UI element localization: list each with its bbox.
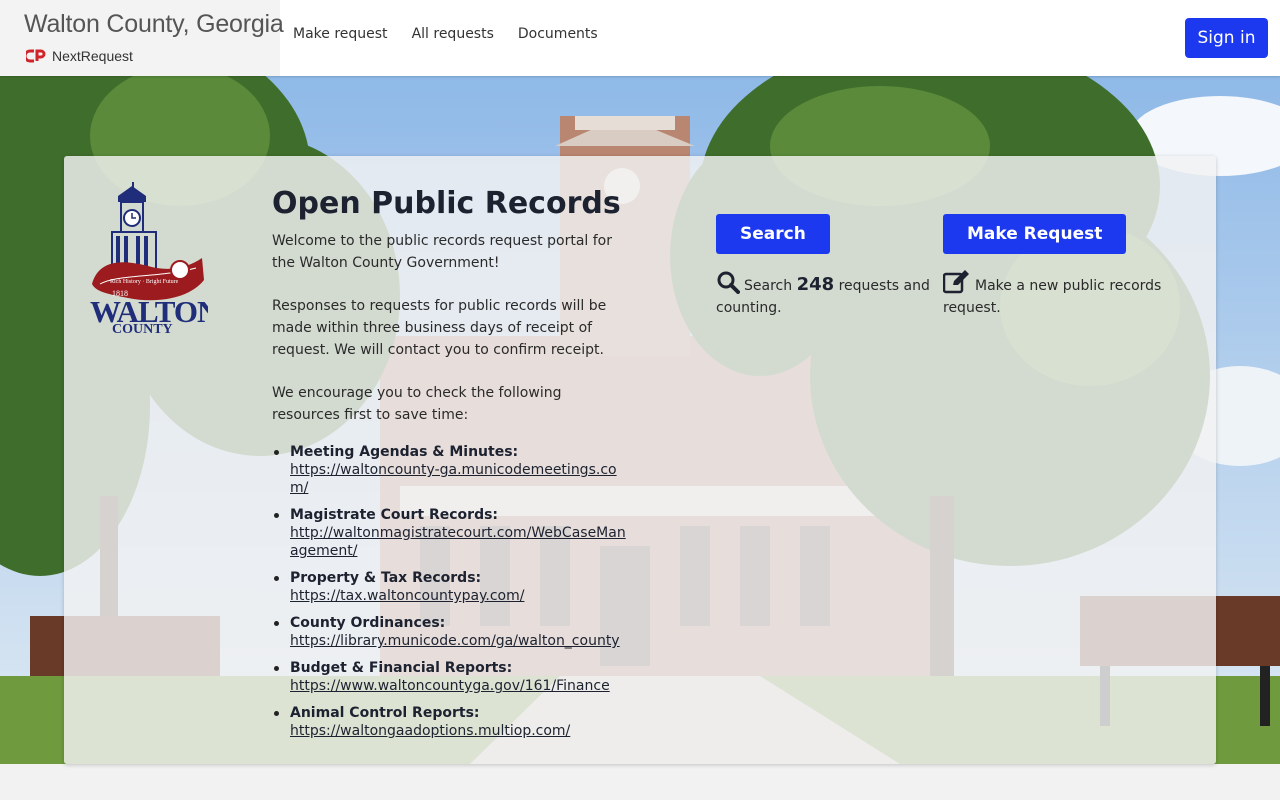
list-item: County Ordinances: https://library.munic… — [272, 614, 632, 650]
page-title: Open Public Records — [272, 186, 621, 221]
nextrequest-logo-icon — [26, 49, 46, 63]
powered-by: NextRequest — [26, 48, 133, 64]
resource-title: Budget & Financial Reports: — [290, 660, 513, 676]
resource-title: Property & Tax Records: — [290, 570, 482, 586]
edit-icon — [942, 270, 969, 294]
intro-paragraph: Responses to requests for public records… — [272, 298, 607, 358]
nav-all-requests[interactable]: All requests — [412, 26, 494, 42]
request-count: 248 — [796, 274, 835, 295]
list-item: Budget & Financial Reports: https://www.… — [272, 659, 632, 695]
site-title[interactable]: Walton County, Georgia — [24, 10, 284, 39]
nav-documents[interactable]: Documents — [518, 26, 598, 42]
top-header: Walton County, Georgia NextRequest Make … — [0, 0, 1280, 76]
nav-make-request[interactable]: Make request — [293, 26, 388, 42]
resource-link[interactable]: https://waltongaadoptions.multiop.com/ — [290, 722, 632, 740]
resource-list: Meeting Agendas & Minutes: https://walto… — [272, 443, 632, 749]
resource-title: Meeting Agendas & Minutes: — [290, 444, 519, 460]
list-item: Magistrate Court Records: http://waltonm… — [272, 506, 632, 560]
resource-link[interactable]: https://waltoncounty-ga.municodemeetings… — [290, 461, 632, 497]
resource-link[interactable]: https://tax.waltoncountypay.com/ — [290, 587, 632, 605]
search-icon — [717, 271, 740, 294]
svg-text:COUNTY: COUNTY — [112, 322, 173, 334]
request-description: Make a new public records request. — [942, 270, 1173, 319]
records-card: Rich History · Bright Future 1818 WALTON… — [64, 156, 1216, 764]
resource-link[interactable]: https://library.municode.com/ga/walton_c… — [290, 632, 632, 650]
request-text: Make a new public records request. — [943, 278, 1162, 316]
resource-link[interactable]: https://www.waltoncountyga.gov/161/Finan… — [290, 677, 632, 695]
list-item: Meeting Agendas & Minutes: https://walto… — [272, 443, 632, 497]
search-description: Search 248 requests and counting. — [716, 270, 946, 319]
intro-paragraph: Welcome to the public records request po… — [272, 233, 612, 271]
resource-link[interactable]: http://waltonmagistratecourt.com/WebCase… — [290, 524, 632, 560]
search-button[interactable]: Search — [716, 214, 830, 254]
resource-title: County Ordinances: — [290, 615, 446, 631]
list-item: Property & Tax Records: https://tax.walt… — [272, 569, 632, 605]
make-request-button[interactable]: Make Request — [943, 214, 1127, 254]
resource-title: Animal Control Reports: — [290, 705, 480, 721]
main-nav: Make request All requests Documents — [293, 26, 622, 42]
intro-text: Welcome to the public records request po… — [272, 230, 632, 447]
sign-in-button[interactable]: Sign in — [1185, 18, 1268, 58]
seal-motto: Rich History · Bright Future — [110, 279, 179, 285]
intro-paragraph: We encourage you to check the following … — [272, 385, 562, 423]
request-action: Make Request Make a new public records r… — [942, 214, 1173, 319]
walton-county-seal: Rich History · Bright Future 1818 WALTON… — [90, 182, 208, 334]
list-item: Animal Control Reports: https://waltonga… — [272, 704, 632, 740]
resource-title: Magistrate Court Records: — [290, 507, 499, 523]
search-action: Search Search 248 requests and counting. — [716, 214, 946, 319]
search-prefix: Search — [744, 278, 793, 294]
brand-block[interactable]: Walton County, Georgia NextRequest — [0, 0, 284, 76]
powered-by-label: NextRequest — [52, 48, 133, 64]
